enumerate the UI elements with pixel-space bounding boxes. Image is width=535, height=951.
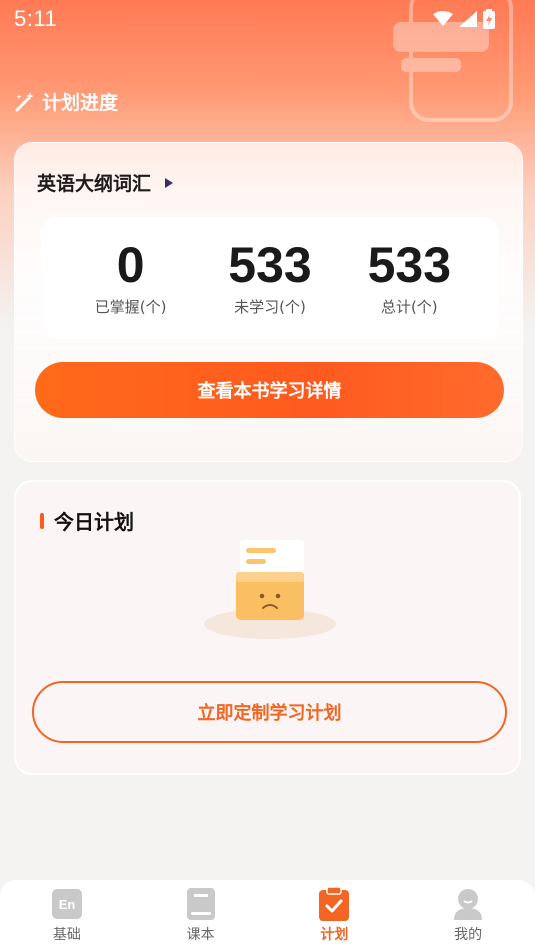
plan-clipboard-icon xyxy=(318,887,350,921)
book-name: 英语大纲词汇 xyxy=(37,173,152,195)
stat-total: 533 总计(个) xyxy=(349,240,469,317)
plan-progress-title: 计划进度 xyxy=(42,92,119,114)
nav-item-profile[interactable]: 我的 xyxy=(423,887,513,944)
stat-value: 533 xyxy=(367,236,452,293)
nav-label: 课本 xyxy=(186,927,215,943)
stat-unlearned: 533 未学习(个) xyxy=(210,240,330,317)
stat-mastered: 0 已掌握(个) xyxy=(71,240,191,317)
play-arrow-icon xyxy=(165,177,174,188)
bottom-nav: En 基础 课本 计划 我的 xyxy=(0,880,535,951)
today-plan-card: 今日计划 立即定制学习计划 xyxy=(14,480,521,775)
empty-box-illustration xyxy=(204,540,336,639)
view-book-details-button[interactable]: 查看本书学习详情 xyxy=(35,362,504,418)
nav-label: 基础 xyxy=(52,927,81,943)
plan-progress-heading: 计划进度 xyxy=(14,88,118,115)
stats-box: 0 已掌握(个) 533 未学习(个) 533 总计(个) xyxy=(41,217,499,339)
status-bar: 5:11 xyxy=(0,0,535,38)
nav-label: 计划 xyxy=(320,927,349,943)
svg-text:En: En xyxy=(59,897,76,912)
nav-item-basics[interactable]: En 基础 xyxy=(22,887,112,944)
stat-label: 已掌握(个) xyxy=(94,297,167,316)
progress-card: 英语大纲词汇 0 已掌握(个) 533 未学习(个) 533 总计(个) 查看本… xyxy=(14,142,523,462)
nav-item-plan[interactable]: 计划 xyxy=(289,887,379,944)
stat-label: 总计(个) xyxy=(380,297,438,316)
profile-icon xyxy=(452,887,484,921)
signal-icon xyxy=(459,11,477,27)
wifi-icon xyxy=(433,11,453,26)
stat-label: 未学习(个) xyxy=(234,297,306,316)
stat-value: 0 xyxy=(116,236,145,293)
create-study-plan-button[interactable]: 立即定制学习计划 xyxy=(32,681,507,743)
status-icons xyxy=(433,9,495,29)
book-icon xyxy=(185,887,217,921)
en-icon: En xyxy=(51,887,83,921)
book-selector[interactable]: 英语大纲词汇 xyxy=(37,169,174,196)
accent-bar xyxy=(40,512,44,529)
nav-label: 我的 xyxy=(454,927,483,943)
today-plan-heading: 今日计划 xyxy=(40,506,134,535)
battery-icon xyxy=(483,9,495,29)
stat-value: 533 xyxy=(228,236,312,293)
status-time: 5:11 xyxy=(14,6,58,31)
magic-wand-icon xyxy=(15,91,34,111)
nav-item-textbook[interactable]: 课本 xyxy=(156,887,246,944)
today-plan-title: 今日计划 xyxy=(54,510,134,534)
